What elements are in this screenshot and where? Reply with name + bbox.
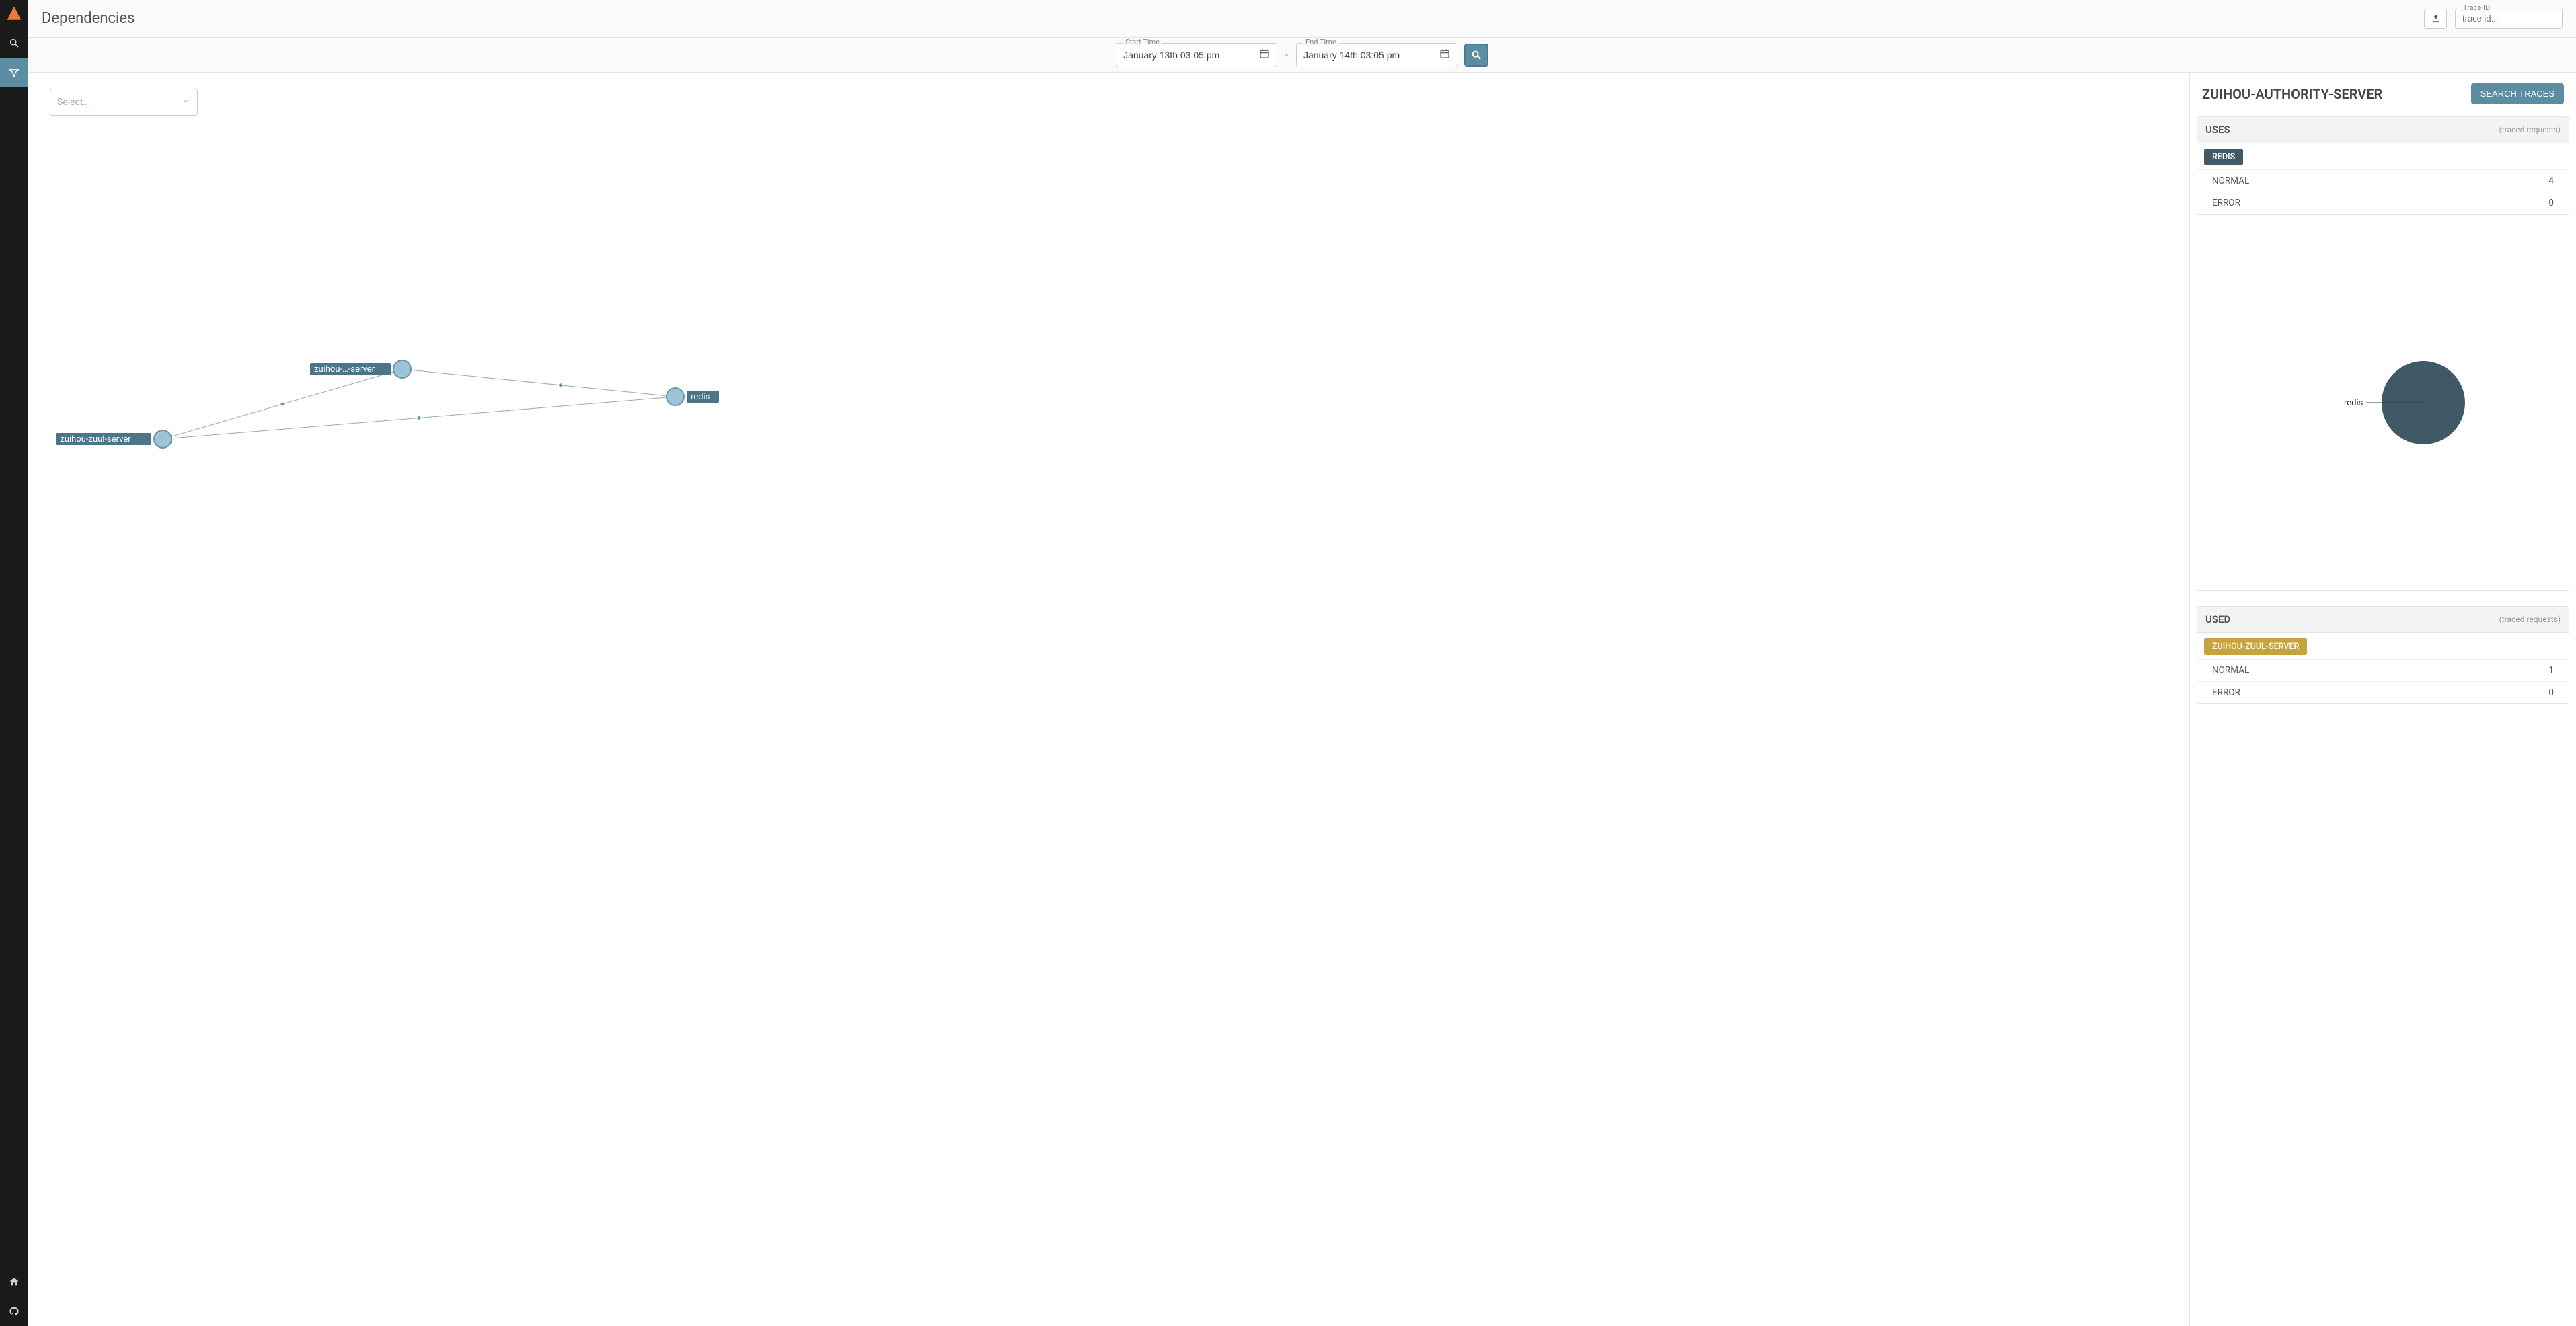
detail-panel: ZUIHOU-AUTHORITY-SERVER SEARCH TRACES US…: [2189, 73, 2576, 1326]
calendar-icon[interactable]: [1439, 48, 1450, 62]
metric-key: ERROR: [2212, 687, 2240, 698]
used-sub: (traced requests): [2499, 615, 2561, 624]
search-nav-icon[interactable]: [0, 28, 28, 58]
main-area: Dependencies Trace ID Start Time -: [28, 0, 2576, 1326]
metric-key: NORMAL: [2212, 176, 2249, 186]
search-button[interactable]: [1464, 44, 1488, 67]
graph-edge: [402, 369, 675, 397]
graph-edge-dot: [418, 416, 421, 420]
graph-edge-dot: [281, 403, 285, 406]
uses-heading: USES: [2205, 124, 2230, 136]
uses-section-header: USES (traced requests): [2197, 116, 2569, 143]
home-nav-icon[interactable]: [0, 1267, 28, 1296]
time-range-dash: -: [1284, 50, 1289, 61]
content-row: Select... zuihou-zuul-serverzuihou-…-ser…: [28, 73, 2576, 1326]
start-time-label: Start Time: [1123, 38, 1162, 46]
github-nav-icon[interactable]: [0, 1296, 28, 1326]
metric-row: NORMAL 4: [2197, 169, 2569, 192]
trace-id-field: Trace ID: [2455, 9, 2563, 29]
end-time-label: End Time: [1303, 38, 1339, 46]
metric-key: NORMAL: [2212, 665, 2249, 676]
graph-canvas[interactable]: Select... zuihou-zuul-serverzuihou-…-ser…: [28, 73, 2189, 1326]
calendar-icon[interactable]: [1259, 48, 1270, 62]
dependencies-nav-icon[interactable]: [0, 58, 28, 87]
uses-card: REDIS NORMAL 4 ERROR 0: [2197, 143, 2569, 214]
start-time-field: Start Time: [1116, 43, 1277, 67]
timebar: Start Time - End Time: [28, 38, 2576, 73]
metric-key: ERROR: [2212, 198, 2240, 208]
upload-button[interactable]: [2424, 9, 2447, 29]
graph-node-label: zuihou-…-server: [314, 364, 375, 375]
graph-node-zuul[interactable]: zuihou-zuul-server: [56, 430, 172, 448]
trace-id-label: Trace ID: [2460, 3, 2493, 12]
metric-value: 1: [2548, 665, 2554, 676]
search-traces-button[interactable]: SEARCH TRACES: [2471, 83, 2564, 104]
metric-row: NORMAL 1: [2197, 659, 2569, 681]
metric-row: ERROR 0: [2197, 681, 2569, 703]
detail-title: ZUIHOU-AUTHORITY-SERVER: [2202, 86, 2382, 102]
graph-node-auth[interactable]: zuihou-…-server: [310, 360, 411, 378]
end-time-input[interactable]: [1303, 50, 1439, 61]
metric-value: 0: [2548, 198, 2554, 208]
pie-label: redis: [2344, 398, 2363, 408]
sidebar: [0, 0, 28, 1326]
topbar: Dependencies Trace ID: [28, 0, 2576, 38]
logo-icon: [0, 0, 28, 28]
end-time-field: End Time: [1296, 43, 1457, 67]
dependency-graph[interactable]: zuihou-zuul-server zuihou-…-server redis: [28, 73, 2189, 1326]
start-time-input[interactable]: [1123, 50, 1259, 61]
service-tag[interactable]: REDIS: [2204, 149, 2243, 165]
graph-edge-dot: [559, 383, 562, 387]
graph-node-label: zuihou-zuul-server: [60, 434, 131, 444]
page-title: Dependencies: [42, 10, 135, 27]
used-heading: USED: [2205, 613, 2230, 625]
used-section-header: USED (traced requests): [2197, 606, 2569, 633]
metric-value: 4: [2548, 176, 2554, 186]
graph-node-redis[interactable]: redis: [667, 388, 719, 405]
used-card: ZUIHOU-ZUUL-SERVER NORMAL 1 ERROR 0: [2197, 633, 2569, 704]
service-tag[interactable]: ZUIHOU-ZUUL-SERVER: [2204, 638, 2307, 655]
metric-row: ERROR 0: [2197, 192, 2569, 214]
uses-sub: (traced requests): [2499, 125, 2561, 134]
uses-pie-chart: redis: [2197, 214, 2569, 591]
graph-node-label: redis: [691, 392, 710, 402]
metric-value: 0: [2548, 687, 2554, 698]
